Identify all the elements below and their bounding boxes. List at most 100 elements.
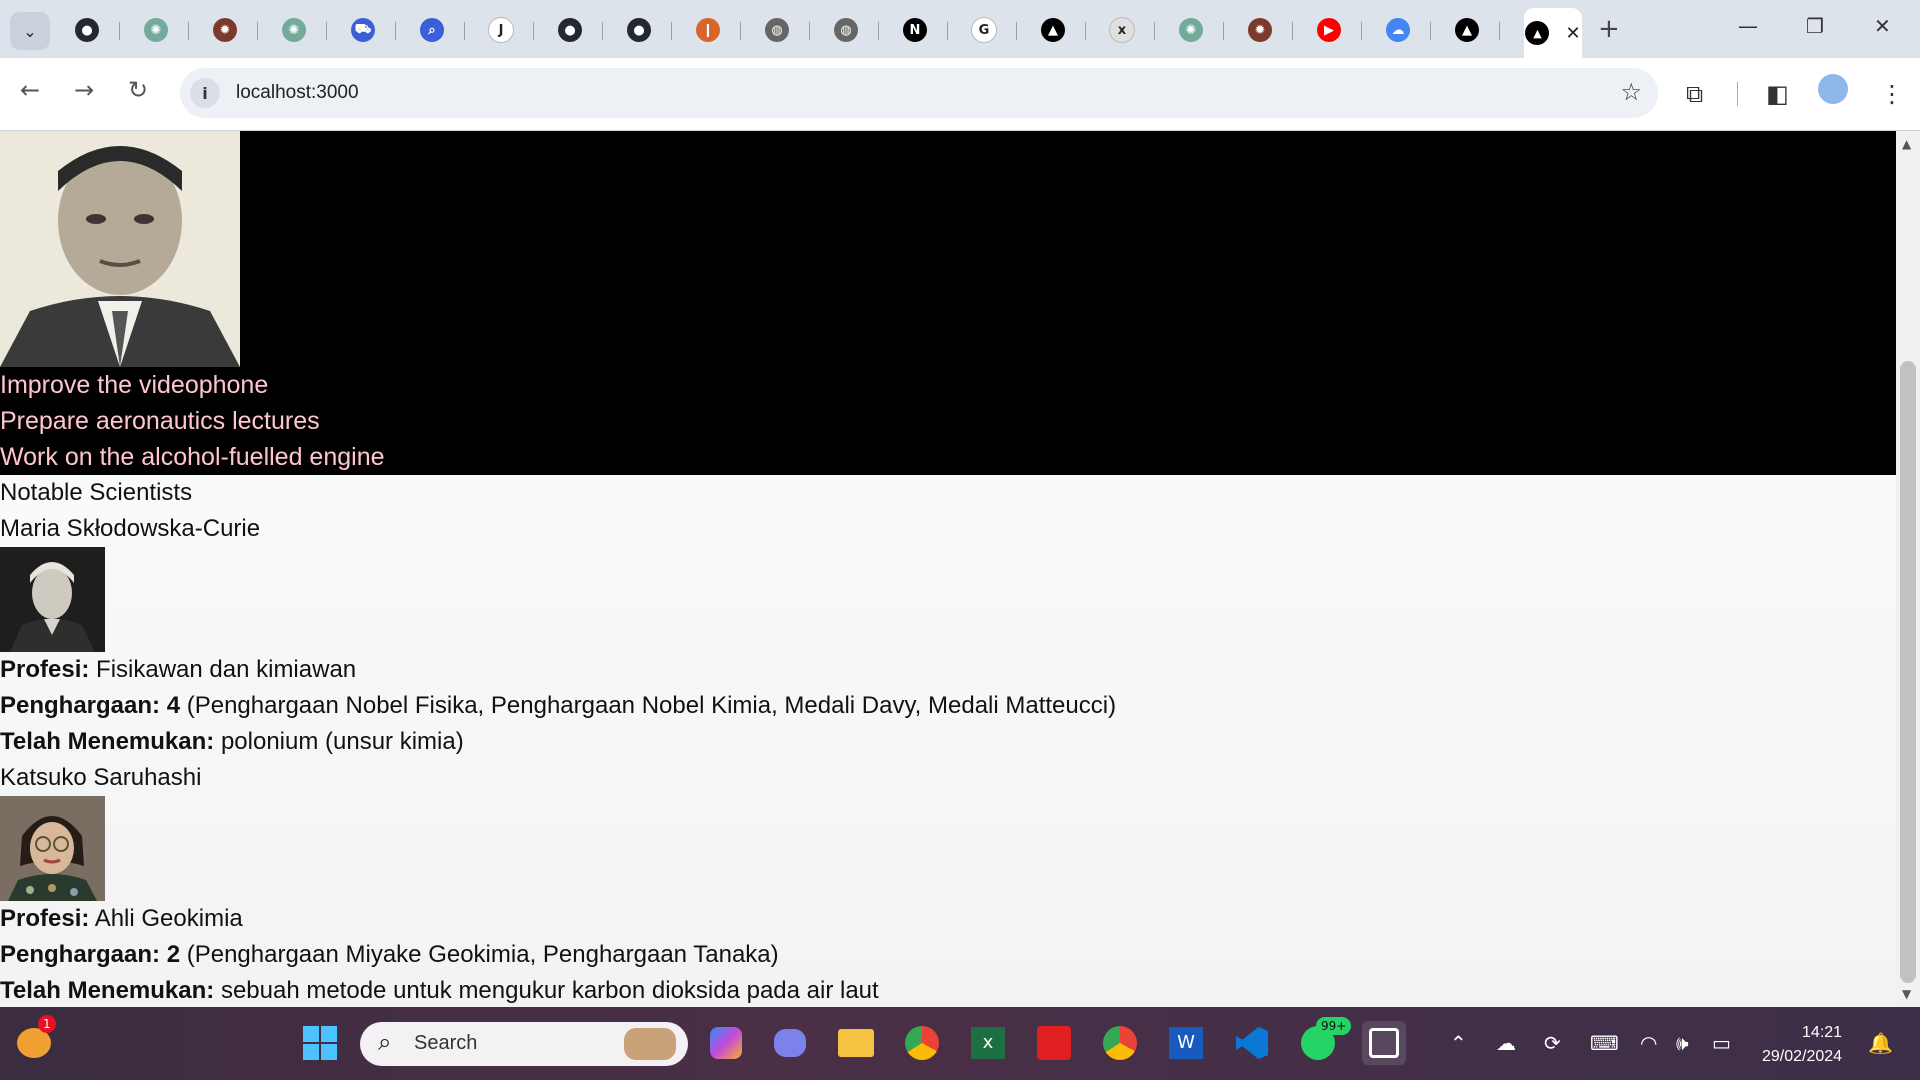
- clock-time: 14:21: [1802, 1024, 1843, 1041]
- search-placeholder: Search: [414, 1032, 478, 1054]
- sync-icon[interactable]: ⟳: [1544, 1031, 1561, 1055]
- browser-tab[interactable]: ▶: [1296, 10, 1362, 50]
- chrome-profile-icon[interactable]: [1098, 1021, 1142, 1065]
- browser-tab[interactable]: ❙: [675, 10, 741, 50]
- tab-separator: [533, 22, 534, 40]
- page-scrollbar[interactable]: ▲ ▼: [1896, 131, 1920, 1007]
- tab-active[interactable]: ▲ ✕: [1524, 8, 1582, 58]
- forward-button[interactable]: →: [74, 76, 94, 104]
- browser-tab[interactable]: J: [468, 10, 534, 50]
- reload-button[interactable]: ↻: [128, 76, 148, 104]
- close-tab-icon[interactable]: ✕: [1565, 23, 1580, 44]
- side-panel-icon[interactable]: ◧: [1766, 80, 1789, 108]
- search-doc-icon: ⌕: [420, 18, 444, 42]
- scientist-name: Maria Skłodowska-Curie: [0, 515, 261, 542]
- browser-tab[interactable]: ◍: [813, 10, 879, 50]
- copilot-icon[interactable]: [704, 1021, 748, 1065]
- keyboard-icon[interactable]: ⌨: [1590, 1031, 1619, 1055]
- browser-tab[interactable]: ▲: [1434, 10, 1500, 50]
- profile-avatar[interactable]: [1818, 74, 1848, 104]
- awards-value: (Penghargaan Nobel Fisika, Penghargaan N…: [186, 692, 1117, 719]
- search-icon: ⌕: [378, 1028, 392, 1056]
- bookmark-star-icon[interactable]: ☆: [1620, 78, 1642, 106]
- snipping-tool-icon[interactable]: [1362, 1021, 1406, 1065]
- tab-separator: [257, 22, 258, 40]
- browser-tab[interactable]: N: [882, 10, 948, 50]
- browser-tab[interactable]: ⛟: [330, 10, 396, 50]
- start-windows-icon[interactable]: [298, 1021, 342, 1065]
- scroll-down-arrow-icon[interactable]: ▼: [1902, 987, 1911, 1001]
- back-button[interactable]: ←: [20, 76, 40, 104]
- volume-icon[interactable]: 🕪: [1676, 1031, 1689, 1055]
- browser-tab[interactable]: ☁: [1365, 10, 1431, 50]
- tab-separator: [1361, 22, 1362, 40]
- weather-widget-icon[interactable]: 1: [12, 1015, 56, 1065]
- toolbar-divider: [1737, 82, 1738, 106]
- chrome-icon[interactable]: [900, 1021, 944, 1065]
- browser-tab[interactable]: ✹: [192, 10, 258, 50]
- show-hidden-icons-chevron-up-icon[interactable]: ⌃: [1450, 1031, 1467, 1055]
- browser-tab[interactable]: ▲: [1020, 10, 1086, 50]
- youtube-icon: ▶: [1317, 18, 1341, 42]
- tab-search-button[interactable]: ⌄: [10, 12, 50, 50]
- extensions-icon[interactable]: ⧉: [1686, 80, 1703, 108]
- awards-value: (Penghargaan Miyake Geokimia, Penghargaa…: [186, 941, 779, 968]
- scroll-up-arrow-icon[interactable]: ▲: [1902, 137, 1911, 151]
- profession-row: Profesi: Fisikawan dan kimiawan: [0, 652, 1896, 688]
- page-content: Improve the videophone Prepare aeronauti…: [0, 131, 1896, 1007]
- word-icon[interactable]: W: [1164, 1021, 1208, 1065]
- github-icon: ●: [558, 18, 582, 42]
- address-bar[interactable]: i localhost:3000 ☆: [180, 68, 1658, 118]
- search-highlight-squirrel-icon: [624, 1028, 676, 1060]
- notification-bell-icon[interactable]: 🔔: [1868, 1031, 1893, 1055]
- browser-tab[interactable]: ✺: [123, 10, 189, 50]
- browser-tab[interactable]: ✺: [261, 10, 327, 50]
- vscode-icon[interactable]: [1230, 1021, 1274, 1065]
- excel-icon[interactable]: x: [966, 1021, 1010, 1065]
- browser-tab[interactable]: ◍: [744, 10, 810, 50]
- tab-separator: [1016, 22, 1017, 40]
- site-info-icon[interactable]: i: [190, 78, 220, 108]
- browser-tab[interactable]: ●: [54, 10, 120, 50]
- file-explorer-icon[interactable]: [834, 1021, 878, 1065]
- onedrive-error-icon[interactable]: ☁: [1496, 1031, 1516, 1055]
- globe-icon: ◍: [765, 18, 789, 42]
- browser-tab[interactable]: x: [1089, 10, 1155, 50]
- scientist-portrait-image: [0, 131, 240, 367]
- chatgpt-icon: ✺: [144, 18, 168, 42]
- restore-button[interactable]: ❐: [1806, 14, 1824, 38]
- vercel-icon: ▲: [1525, 21, 1550, 45]
- nextjs-icon: N: [903, 18, 927, 42]
- close-window-button[interactable]: ✕: [1874, 14, 1891, 38]
- scientist-photo: [0, 796, 105, 901]
- tab-separator: [1085, 22, 1086, 40]
- globe-icon: ◍: [834, 18, 858, 42]
- page-heading: Notable Scientists: [0, 479, 193, 506]
- browser-tab[interactable]: ●: [537, 10, 603, 50]
- x-site-icon: x: [1109, 17, 1135, 43]
- discovered-row: Telah Menemukan: sebuah metode untuk men…: [0, 973, 1896, 1007]
- discovered-value: sebuah metode untuk mengukur karbon diok…: [220, 977, 879, 1004]
- awards-row: Penghargaan: 2 (Penghargaan Miyake Geoki…: [0, 937, 1896, 973]
- windows-taskbar: 1 ⌕ Search x W 99+ ⌃ ☁ ⟳ ⌨ ◠ 🕪 ▭ 14:21 2…: [0, 1007, 1920, 1080]
- browser-tab[interactable]: G: [951, 10, 1017, 50]
- vercel-icon: ▲: [1455, 18, 1479, 42]
- browser-tab[interactable]: ●: [606, 10, 672, 50]
- whatsapp-icon[interactable]: 99+: [1296, 1017, 1352, 1065]
- browser-tab[interactable]: ⌕: [399, 10, 465, 50]
- browser-tab[interactable]: ✺: [1158, 10, 1224, 50]
- url-text[interactable]: localhost:3000: [236, 82, 359, 104]
- taskbar-search[interactable]: ⌕ Search: [360, 1022, 688, 1066]
- system-clock[interactable]: 14:21 29/02/2024: [1762, 1021, 1842, 1069]
- tab-separator: [671, 22, 672, 40]
- menu-kebab-icon[interactable]: ⋮: [1880, 80, 1904, 108]
- whatsapp-badge: 99+: [1316, 1017, 1352, 1035]
- xmind-icon[interactable]: [1032, 1021, 1076, 1065]
- browser-tab[interactable]: ✹: [1227, 10, 1293, 50]
- minimize-button[interactable]: —: [1738, 14, 1758, 38]
- teams-chat-icon[interactable]: [768, 1021, 812, 1065]
- new-tab-button[interactable]: +: [1598, 14, 1620, 44]
- battery-icon[interactable]: ▭: [1712, 1031, 1731, 1055]
- scrollbar-thumb[interactable]: [1900, 361, 1916, 983]
- wifi-icon[interactable]: ◠: [1640, 1031, 1657, 1055]
